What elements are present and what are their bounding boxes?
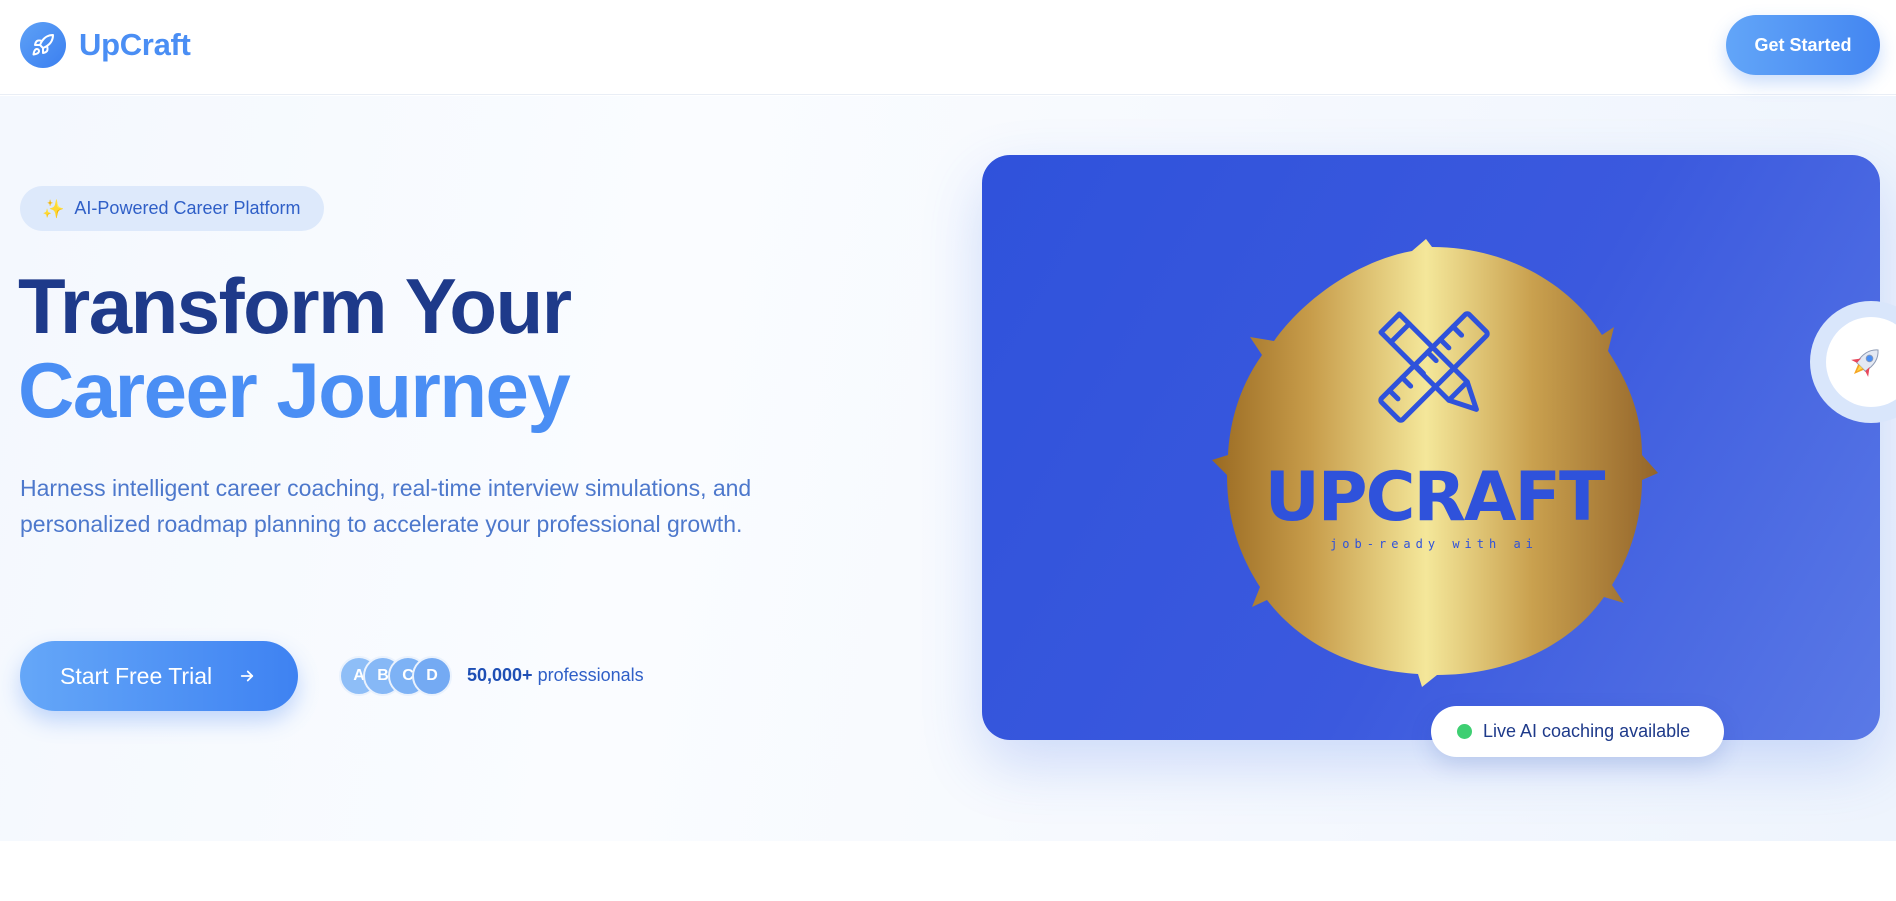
live-coaching-pill: Live AI coaching available: [1431, 706, 1724, 757]
get-started-button[interactable]: Get Started: [1726, 15, 1880, 75]
site-header: UpCraft Get Started: [0, 0, 1896, 95]
logo-title: UPCRAFT: [1265, 458, 1606, 537]
live-status-text: Live AI coaching available: [1483, 721, 1691, 741]
logo-tagline: job-ready with ai: [1330, 537, 1538, 551]
brand-logo-link[interactable]: UpCraft: [20, 22, 191, 68]
professionals-count: 50,000+: [467, 665, 533, 685]
hero-section: ✨ AI-Powered Career Platform Transform Y…: [0, 96, 1896, 841]
start-free-trial-button[interactable]: Start Free Trial: [20, 641, 298, 711]
badge-text: AI-Powered Career Platform: [74, 198, 301, 218]
hero-subtitle: Harness intelligent career coaching, rea…: [20, 475, 752, 537]
platform-badge: ✨ AI-Powered Career Platform: [20, 186, 324, 231]
headline-line-1: Transform Your: [18, 262, 572, 350]
professionals-label: professionals: [537, 665, 644, 685]
avatar-stack: A B C D: [339, 656, 454, 696]
upcraft-logo-image: UPCRAFT job-ready with ai: [1212, 239, 1658, 687]
status-dot-icon: [1457, 724, 1472, 739]
cta-label: Start Free Trial: [60, 662, 213, 689]
rocket-icon: [20, 22, 66, 68]
hero-headline: Transform Your Career Journey: [18, 262, 572, 434]
brand-name: UpCraft: [79, 27, 191, 62]
headline-line-2: Career Journey: [18, 346, 571, 434]
showcase-card: UPCRAFT job-ready with ai: [982, 155, 1880, 740]
arrow-right-icon: [238, 667, 256, 685]
rocket-icon: [1826, 317, 1896, 407]
sparkles-icon: ✨: [42, 198, 65, 219]
professionals-stat: 50,000+ professionals: [467, 665, 644, 686]
avatar: D: [412, 656, 452, 696]
